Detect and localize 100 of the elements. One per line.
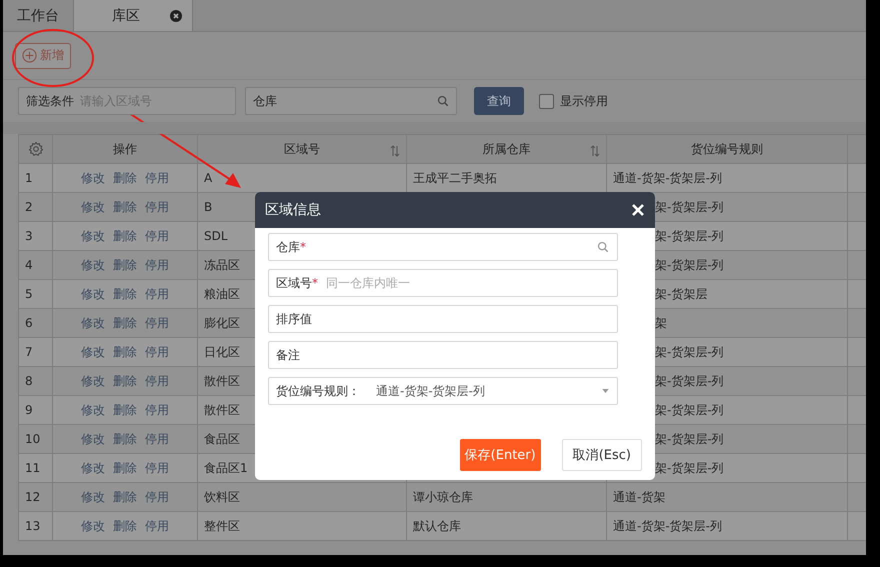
action-link[interactable]: 删除: [113, 286, 137, 300]
query-button[interactable]: 查询: [474, 87, 524, 115]
search-icon[interactable]: [597, 241, 609, 253]
action-link[interactable]: 删除: [113, 432, 137, 446]
close-icon[interactable]: [631, 203, 645, 217]
column-header[interactable]: 货位编号规则: [606, 134, 848, 164]
table-cell: 通道-货架-货架层-列: [613, 518, 722, 532]
field-label: 排序值: [276, 310, 312, 328]
close-icon[interactable]: [170, 10, 182, 22]
table-cell: 架-货架层-列: [655, 228, 724, 242]
table-cell: 通道-货架: [613, 490, 666, 504]
form-field[interactable]: 货位编号规则： 通道-货架-货架层-列: [268, 377, 618, 405]
row-number: 1: [25, 171, 33, 185]
action-link[interactable]: 停用: [145, 200, 169, 214]
action-link[interactable]: 修改: [81, 286, 105, 300]
action-link[interactable]: 删除: [113, 200, 137, 214]
table-cell: A: [204, 171, 212, 185]
action-link[interactable]: 修改: [81, 228, 105, 242]
select-value: 通道-货架-货架层-列: [376, 382, 485, 400]
caret-icon[interactable]: [602, 389, 609, 393]
table-cell: 王成平二手奥拓: [413, 170, 497, 184]
action-link[interactable]: 停用: [145, 374, 169, 388]
plus-circle-icon: [22, 48, 37, 63]
add-button[interactable]: 新增: [15, 42, 71, 68]
action-link[interactable]: 修改: [81, 316, 105, 330]
action-link[interactable]: 删除: [113, 344, 137, 358]
search-icon[interactable]: [437, 95, 449, 107]
row-number: 3: [25, 229, 33, 243]
row-number: 4: [25, 258, 33, 272]
table-cell: 架-货架层-列: [655, 200, 724, 214]
action-link[interactable]: 停用: [145, 258, 169, 272]
action-link[interactable]: 删除: [113, 402, 137, 416]
table-cell: 膨化区: [204, 316, 240, 330]
column-header[interactable]: 操作: [52, 134, 198, 164]
action-link[interactable]: 修改: [81, 374, 105, 388]
column-header[interactable]: 所属仓库: [406, 134, 606, 164]
action-link[interactable]: 删除: [113, 316, 137, 330]
row-number: 9: [25, 403, 33, 417]
action-link[interactable]: 停用: [145, 432, 169, 446]
action-link[interactable]: 删除: [113, 374, 137, 388]
form-field[interactable]: 仓库*: [268, 233, 618, 261]
action-link[interactable]: 修改: [81, 200, 105, 214]
action-link[interactable]: 删除: [113, 460, 137, 474]
action-link[interactable]: 停用: [145, 286, 169, 300]
form-field[interactable]: 排序值: [268, 305, 618, 333]
table-cell: 默认仓库: [413, 518, 461, 532]
form-field[interactable]: 备注: [268, 341, 618, 369]
table-cell: 食品区: [204, 432, 240, 446]
row-number: 10: [25, 432, 40, 446]
action-link[interactable]: 停用: [145, 344, 169, 358]
table-cell: 谭小琼仓库: [413, 490, 473, 504]
action-link[interactable]: 修改: [81, 344, 105, 358]
action-link[interactable]: 修改: [81, 490, 105, 504]
action-link[interactable]: 修改: [81, 518, 105, 532]
table-cell: 饮料区: [204, 490, 240, 504]
action-link[interactable]: 删除: [113, 490, 137, 504]
field-label: 区域号: [276, 274, 312, 292]
table-cell: 架-货架层-列: [655, 402, 724, 416]
action-link[interactable]: 停用: [145, 170, 169, 184]
action-link[interactable]: 停用: [145, 518, 169, 532]
tab[interactable]: 库区: [74, 0, 193, 31]
checkbox[interactable]: [539, 94, 554, 108]
warehouse-field[interactable]: 仓库: [245, 87, 457, 115]
table-cell: B: [204, 200, 212, 214]
form-field[interactable]: 区域号* 同一仓库内唯一: [268, 269, 618, 297]
sort-icon[interactable]: [590, 145, 600, 157]
table-cell: 架-货架层-列: [655, 344, 724, 358]
table-cell: 架-货架层-列: [655, 258, 724, 272]
sort-icon[interactable]: [390, 145, 400, 157]
table-cell: 日化区: [204, 344, 240, 358]
column-header[interactable]: 区域号: [198, 134, 406, 164]
action-link[interactable]: 停用: [145, 228, 169, 242]
action-link[interactable]: 删除: [113, 518, 137, 532]
settings-icon[interactable]: [28, 141, 44, 157]
table-cell: 冻品区: [204, 258, 240, 272]
filter-label: 筛选条件: [26, 92, 74, 110]
action-link[interactable]: 修改: [81, 432, 105, 446]
action-link[interactable]: 删除: [113, 228, 137, 242]
warehouse-input[interactable]: 仓库: [253, 94, 353, 108]
action-link[interactable]: 停用: [145, 490, 169, 504]
action-link[interactable]: 修改: [81, 402, 105, 416]
cancel-button[interactable]: 取消(Esc): [562, 439, 642, 471]
row-number: 12: [25, 490, 40, 504]
action-link[interactable]: 停用: [145, 316, 169, 330]
action-link[interactable]: 停用: [145, 460, 169, 474]
action-link[interactable]: 删除: [113, 258, 137, 272]
table-cell: 架-货架层-列: [655, 460, 724, 474]
table-cell: 架: [655, 316, 667, 330]
action-link[interactable]: 修改: [81, 258, 105, 272]
save-button[interactable]: 保存(Enter): [460, 439, 541, 471]
action-link[interactable]: 删除: [113, 170, 137, 184]
table-cell: 散件区: [204, 374, 240, 388]
field-label: 货位编号规则：: [276, 382, 360, 400]
table-cell: 架-货架层-列: [655, 432, 724, 446]
field-label: 备注: [276, 346, 300, 364]
action-link[interactable]: 停用: [145, 402, 169, 416]
action-link[interactable]: 修改: [81, 170, 105, 184]
table-cell: 散件区: [204, 402, 240, 416]
text-input[interactable]: 同一仓库内唯一: [326, 276, 609, 290]
action-link[interactable]: 修改: [81, 460, 105, 474]
